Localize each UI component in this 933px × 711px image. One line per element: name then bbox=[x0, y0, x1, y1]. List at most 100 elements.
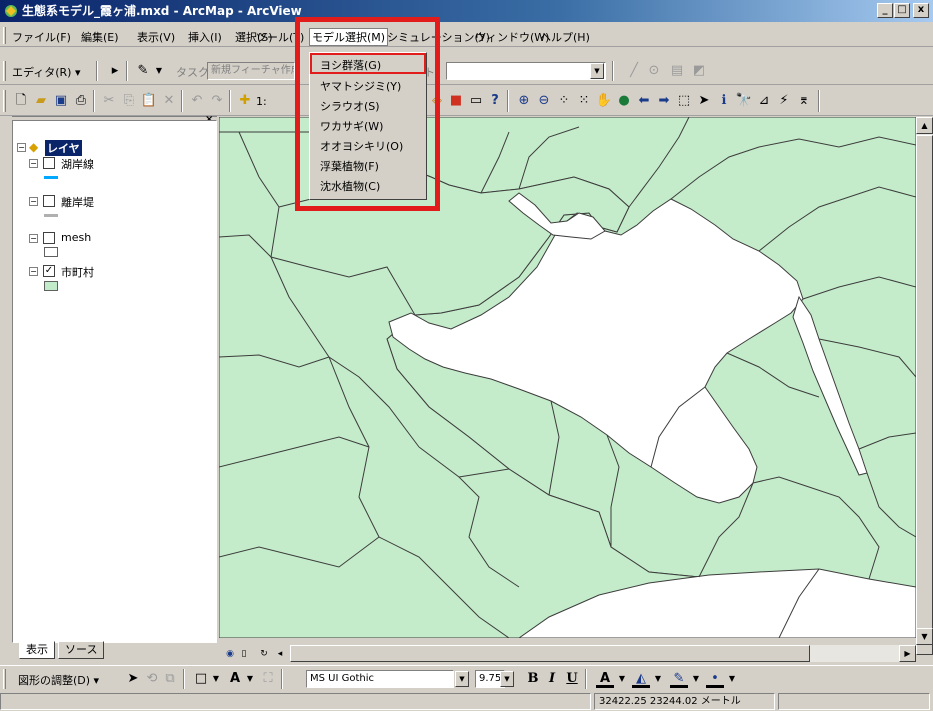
layer-symbol-box[interactable] bbox=[44, 247, 58, 257]
menu-file[interactable]: ファイル(F) bbox=[12, 29, 71, 45]
paste-icon[interactable]: 📋 bbox=[140, 92, 158, 110]
menu-view[interactable]: 表示(V) bbox=[137, 29, 175, 45]
menu-help[interactable]: ヘルプ(H) bbox=[540, 29, 590, 45]
layer-name-breakwater[interactable]: 離岸堤 bbox=[61, 194, 94, 210]
full-extent-icon[interactable]: ● bbox=[615, 92, 633, 110]
command-line-icon[interactable]: ▭ bbox=[467, 92, 485, 110]
horizontal-scrollbar[interactable]: ▶ bbox=[290, 645, 916, 662]
layer-checkbox[interactable] bbox=[43, 232, 55, 244]
edit-vertices-icon[interactable]: ⛶ bbox=[259, 670, 277, 688]
back-extent-icon[interactable]: ⬅ bbox=[635, 92, 653, 110]
fixed-zoom-out-icon[interactable]: ⁙ bbox=[575, 92, 593, 110]
target-dropdown-button[interactable]: ▼ bbox=[590, 63, 604, 79]
select-elements-icon[interactable]: ➤ bbox=[124, 670, 142, 688]
identify-icon[interactable]: ℹ bbox=[715, 92, 733, 110]
task-label: タスク bbox=[176, 66, 209, 79]
toc-root-label[interactable]: レイヤ bbox=[45, 140, 82, 156]
vertical-scrollbar[interactable]: ▲ ▼ bbox=[916, 117, 933, 655]
zoom-in-icon[interactable]: ⊕ bbox=[515, 92, 533, 110]
layer-name-lakeshore[interactable]: 湖岸線 bbox=[61, 156, 94, 172]
select-features-icon[interactable]: ⬚ bbox=[675, 92, 693, 110]
maximize-button[interactable]: □ bbox=[894, 3, 910, 18]
hyperlink-icon[interactable]: ⚡ bbox=[775, 92, 793, 110]
scroll-down-button[interactable]: ▼ bbox=[916, 628, 933, 645]
open-folder-icon[interactable]: ▰ bbox=[32, 92, 50, 110]
chevron-down-icon[interactable]: ▼ bbox=[723, 670, 741, 688]
forward-extent-icon[interactable]: ➡ bbox=[655, 92, 673, 110]
print-icon[interactable]: ⎙ bbox=[72, 92, 90, 110]
new-document-icon[interactable]: 🗋 bbox=[12, 92, 30, 110]
layer-name-mesh[interactable]: mesh bbox=[61, 231, 91, 244]
find-icon[interactable]: 🔭 bbox=[735, 92, 753, 110]
cut-icon[interactable]: ✂ bbox=[100, 92, 118, 110]
expander-icon[interactable]: − bbox=[29, 234, 38, 243]
rotate-icon[interactable]: ⟲ bbox=[143, 670, 161, 688]
menu-insert[interactable]: 挿入(I) bbox=[188, 29, 222, 45]
horizontal-scroll-thumb[interactable] bbox=[290, 645, 810, 662]
menu-edit[interactable]: 編集(E) bbox=[81, 29, 119, 45]
font-name-dropdown[interactable]: ▼ bbox=[455, 671, 469, 687]
layer-symbol-box[interactable] bbox=[44, 281, 58, 291]
measure-icon[interactable]: ⊿ bbox=[755, 92, 773, 110]
layer-checkbox[interactable] bbox=[43, 157, 55, 169]
pause-drawing-icon[interactable]: ◂ bbox=[271, 645, 289, 663]
vertical-scroll-thumb[interactable] bbox=[916, 135, 933, 655]
scroll-right-button[interactable]: ▶ bbox=[899, 645, 916, 662]
adjust-shape-menu[interactable]: 図形の調整(D) ▾ bbox=[18, 672, 99, 688]
font-size-dropdown[interactable]: ▼ bbox=[500, 671, 514, 687]
whats-this-icon[interactable]: ? bbox=[486, 92, 504, 110]
layer-checkbox[interactable] bbox=[43, 195, 55, 207]
editor-menu-button[interactable]: エディタ(R) ▾ bbox=[12, 64, 80, 80]
edit-tool-icon[interactable]: ▸ bbox=[106, 62, 124, 80]
layout-view-icon[interactable]: ▯ bbox=[235, 645, 253, 663]
html-popup-icon[interactable]: ⌆ bbox=[795, 92, 813, 110]
layer-symbol-line[interactable] bbox=[44, 214, 58, 217]
fixed-zoom-in-icon[interactable]: ⁘ bbox=[555, 92, 573, 110]
expander-icon[interactable]: − bbox=[29, 267, 38, 276]
layer-name-municipality[interactable]: 市町村 bbox=[61, 264, 94, 280]
task-combo[interactable]: 新規フィーチャ作成 bbox=[207, 62, 295, 80]
italic-button[interactable]: I bbox=[543, 670, 561, 688]
close-window-button[interactable]: x bbox=[913, 3, 929, 18]
marker-color-icon[interactable]: • bbox=[706, 670, 724, 688]
font-name-combo[interactable]: MS UI Gothic bbox=[306, 670, 454, 688]
zoom-whole-page-icon[interactable]: ⧉ bbox=[161, 670, 179, 688]
font-color-icon[interactable]: A bbox=[596, 670, 614, 688]
redo-icon[interactable]: ↷ bbox=[208, 92, 226, 110]
undo-icon[interactable]: ↶ bbox=[188, 92, 206, 110]
line-color-icon[interactable]: ✎ bbox=[670, 670, 688, 688]
layer-symbol-line[interactable] bbox=[44, 176, 58, 179]
expander-icon[interactable]: − bbox=[29, 159, 38, 168]
tab-source[interactable]: ソース bbox=[58, 641, 105, 659]
layer-checkbox-checked[interactable]: ✓ bbox=[43, 265, 55, 277]
underline-button[interactable]: U bbox=[563, 670, 581, 688]
sketch-line-icon[interactable]: ╱ bbox=[625, 62, 643, 80]
expander-icon[interactable]: − bbox=[29, 197, 38, 206]
sketch-properties-icon[interactable]: ◩ bbox=[690, 62, 708, 80]
tab-display[interactable]: 表示 bbox=[19, 641, 55, 659]
add-data-icon[interactable]: ✚ bbox=[236, 92, 254, 110]
attributes-icon[interactable]: ▤ bbox=[668, 62, 686, 80]
zoom-out-icon[interactable]: ⊖ bbox=[535, 92, 553, 110]
expander-icon[interactable]: − bbox=[17, 143, 26, 152]
chevron-down-icon[interactable]: ▼ bbox=[241, 670, 259, 688]
chevron-down-icon[interactable]: ▼ bbox=[207, 670, 225, 688]
delete-icon[interactable]: ✕ bbox=[160, 92, 178, 110]
chevron-down-icon[interactable]: ▼ bbox=[613, 670, 631, 688]
fill-color-icon[interactable]: ◭ bbox=[632, 670, 650, 688]
menu-window[interactable]: ウィンドウ(W) bbox=[475, 29, 549, 45]
chevron-down-icon[interactable]: ▼ bbox=[649, 670, 667, 688]
copy-icon[interactable]: ⎘ bbox=[120, 92, 138, 110]
sketch-point-icon[interactable]: ⊙ bbox=[645, 62, 663, 80]
chevron-down-icon[interactable]: ▼ bbox=[150, 62, 168, 80]
arctoolbox-icon[interactable]: ■ bbox=[447, 92, 465, 110]
bold-button[interactable]: B bbox=[524, 670, 542, 688]
pan-icon[interactable]: ✋ bbox=[595, 92, 613, 110]
title-bar[interactable]: 生態系モデル_霞ヶ浦.mxd - ArcMap - ArcView bbox=[0, 0, 933, 22]
target-combo[interactable] bbox=[446, 62, 606, 80]
minimize-button[interactable]: _ bbox=[877, 3, 893, 18]
chevron-down-icon[interactable]: ▼ bbox=[687, 670, 705, 688]
save-icon[interactable]: ▣ bbox=[52, 92, 70, 110]
scroll-up-button[interactable]: ▲ bbox=[916, 117, 933, 134]
select-elements-icon[interactable]: ➤ bbox=[695, 92, 713, 110]
